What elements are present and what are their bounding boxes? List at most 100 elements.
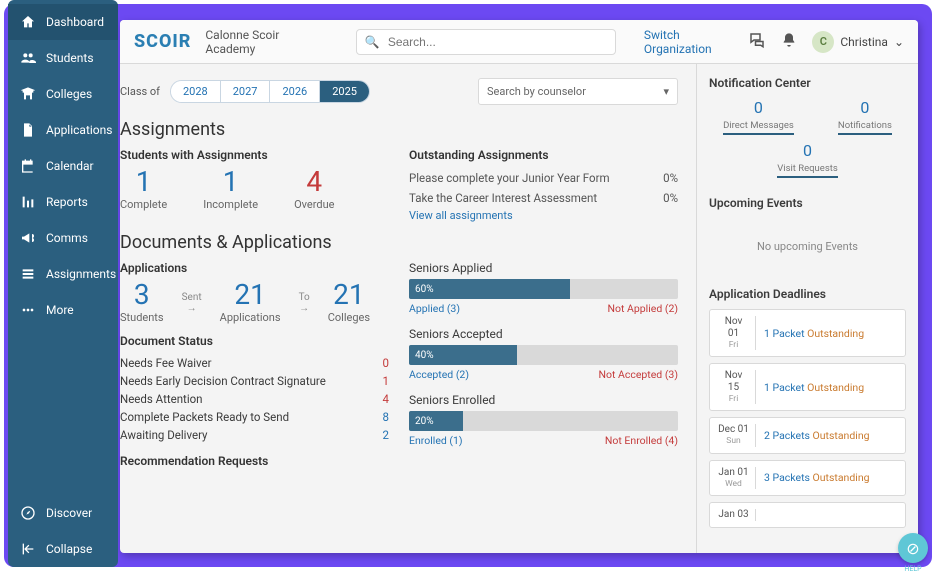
deadline-date: Jan 01Wed xyxy=(718,467,756,489)
sidebar-item-comms[interactable]: Comms xyxy=(8,220,118,256)
deadline-row[interactable]: Jan 01Wed 3 Packets Outstanding xyxy=(709,460,906,496)
search-input[interactable] xyxy=(386,34,607,50)
bar-title: Seniors Applied xyxy=(409,261,678,275)
doc-status-row[interactable]: Needs Fee Waiver 0 xyxy=(120,354,389,372)
deadline-text: 3 Packets Outstanding xyxy=(764,471,870,484)
notif-count-value: 0 xyxy=(838,98,892,117)
doc-status-row[interactable]: Awaiting Delivery2 xyxy=(120,426,389,444)
class-year-2026[interactable]: 2026 xyxy=(270,81,320,102)
deadline-row[interactable]: Dec 01Sun 2 Packets Outstanding xyxy=(709,417,906,453)
seniors-bar-block: Seniors Accepted 40% Accepted (2) Not Ac… xyxy=(409,327,678,381)
counselor-select-label: Search by counselor xyxy=(487,85,586,98)
sidebar-item-label: Assignments xyxy=(46,267,116,281)
metric-colleges[interactable]: 21Colleges xyxy=(328,281,370,324)
global-search[interactable]: 🔍 xyxy=(356,29,616,55)
outstanding-assignment-row[interactable]: Take the Career Interest Assessment0% xyxy=(409,188,678,208)
sidebar-item-more[interactable]: More xyxy=(8,292,118,328)
deadline-row[interactable]: Jan 03 xyxy=(709,502,906,528)
application-deadlines-heading: Application Deadlines xyxy=(709,287,906,301)
doc-status-label: Needs Attention xyxy=(120,392,203,406)
sidebar-item-label: More xyxy=(46,303,74,317)
sidebar-item-applications[interactable]: Applications xyxy=(8,112,118,148)
metric-label: Students xyxy=(120,311,164,324)
metric-label: Incomplete xyxy=(203,198,258,211)
metric-applications[interactable]: 21Applications xyxy=(220,281,281,324)
bar-foot-right[interactable]: Not Enrolled (4) xyxy=(605,434,678,447)
notification-center-heading: Notification Center xyxy=(709,76,906,90)
metric-label: Complete xyxy=(120,198,167,211)
home-icon xyxy=(20,14,36,30)
deadline-text: 1 Packet Outstanding xyxy=(764,381,864,394)
doc-status-value: 1 xyxy=(383,374,389,388)
sidebar-item-assignments[interactable]: Assignments xyxy=(8,256,118,292)
dots-icon xyxy=(20,302,36,318)
sidebar-item-calendar[interactable]: Calendar xyxy=(8,148,118,184)
students-with-assignments-heading: Students with Assignments xyxy=(120,148,389,162)
arrow-right-icon: → xyxy=(187,303,197,314)
doc-status-value: 8 xyxy=(383,410,389,424)
doc-status-row[interactable]: Needs Attention 4 xyxy=(120,390,389,408)
metric-incomplete[interactable]: 1 Incomplete xyxy=(203,168,258,211)
progress-bar-fill: 20% xyxy=(409,411,463,431)
help-fab[interactable]: ⊘ HELP xyxy=(898,533,928,563)
deadline-row[interactable]: Nov 01Fri 1 Packet Outstanding xyxy=(709,309,906,357)
users-icon xyxy=(20,50,36,66)
notif-count[interactable]: 0 Visit Requests xyxy=(777,141,838,178)
notif-count-label: Visit Requests xyxy=(777,163,838,178)
notif-count-label: Notifications xyxy=(838,120,892,135)
sidebar-item-discover[interactable]: Discover xyxy=(8,495,118,531)
chevron-down-icon: ⌄ xyxy=(894,35,904,49)
sidebar-item-reports[interactable]: Reports xyxy=(8,184,118,220)
deadline-date: Nov 01Fri xyxy=(718,316,756,350)
sidebar-item-colleges[interactable]: Colleges xyxy=(8,76,118,112)
doc-status-row[interactable]: Needs Early Decision Contract Signature 1 xyxy=(120,372,389,390)
bar-foot-left[interactable]: Enrolled (1) xyxy=(409,434,463,447)
bar-foot-right[interactable]: Not Accepted (3) xyxy=(598,368,678,381)
chart-icon xyxy=(20,194,36,210)
class-of-label: Class of xyxy=(120,85,160,98)
class-year-2025[interactable]: 2025 xyxy=(320,81,369,102)
assignment-pct: 0% xyxy=(663,171,678,185)
metric-complete[interactable]: 1 Complete xyxy=(120,168,167,211)
doc-status-label: Needs Fee Waiver xyxy=(120,356,212,370)
outstanding-assignment-row[interactable]: Please complete your Junior Year Form 0% xyxy=(409,168,678,188)
sidebar-item-collapse[interactable]: Collapse xyxy=(8,531,118,567)
chat-icon[interactable] xyxy=(747,31,765,53)
doc-status-label: Needs Early Decision Contract Signature xyxy=(120,374,326,388)
deadline-text: 1 Packet Outstanding xyxy=(764,327,864,340)
bar-foot-left[interactable]: Accepted (2) xyxy=(409,368,469,381)
doc-status-row[interactable]: Complete Packets Ready to Send8 xyxy=(120,408,389,426)
assignment-text: Please complete your Junior Year Form xyxy=(409,171,610,185)
deadline-row[interactable]: Nov 15Fri 1 Packet Outstanding xyxy=(709,363,906,411)
seniors-bar-block: Seniors Applied 60% Applied (3) Not Appl… xyxy=(409,261,678,315)
sidebar-item-label: Reports xyxy=(46,195,88,209)
outstanding-assignments-heading: Outstanding Assignments xyxy=(409,148,678,162)
user-menu[interactable]: C Christina ⌄ xyxy=(812,31,904,53)
sidebar-item-students[interactable]: Students xyxy=(8,40,118,76)
bell-icon[interactable] xyxy=(780,32,798,52)
metric-students[interactable]: 3Students xyxy=(120,281,164,324)
bar-foot-left[interactable]: Applied (3) xyxy=(409,302,460,315)
switch-org-link[interactable]: Switch Organization xyxy=(644,28,734,56)
doc-status-value: 0 xyxy=(383,356,389,370)
class-year-tabs: 2028202720262025 xyxy=(170,80,370,103)
applications-heading: Applications xyxy=(120,261,389,275)
progress-bar-fill: 40% xyxy=(409,345,517,365)
notif-count[interactable]: 0 Notifications xyxy=(838,98,892,135)
class-year-2027[interactable]: 2027 xyxy=(221,81,271,102)
metric-overdue[interactable]: 4 Overdue xyxy=(294,168,334,211)
metric-label: Colleges xyxy=(328,311,370,324)
bar-foot-right[interactable]: Not Applied (2) xyxy=(607,302,678,315)
sidebar-item-dashboard[interactable]: Dashboard xyxy=(8,4,118,40)
notif-count-value: 0 xyxy=(777,141,838,160)
sidebar-item-label: Dashboard xyxy=(46,15,104,29)
class-year-2028[interactable]: 2028 xyxy=(171,81,221,102)
assignment-pct: 0% xyxy=(663,191,678,205)
doc-status-value: 4 xyxy=(383,392,389,406)
view-all-assignments-link[interactable]: View all assignments xyxy=(409,209,513,222)
deadline-text: 2 Packets Outstanding xyxy=(764,429,870,442)
flow-arrow: To→ xyxy=(299,281,310,324)
notif-count[interactable]: 0Direct Messages xyxy=(723,98,794,135)
counselor-select[interactable]: Search by counselor ▾ xyxy=(478,78,678,105)
metric-label: Overdue xyxy=(294,198,334,211)
